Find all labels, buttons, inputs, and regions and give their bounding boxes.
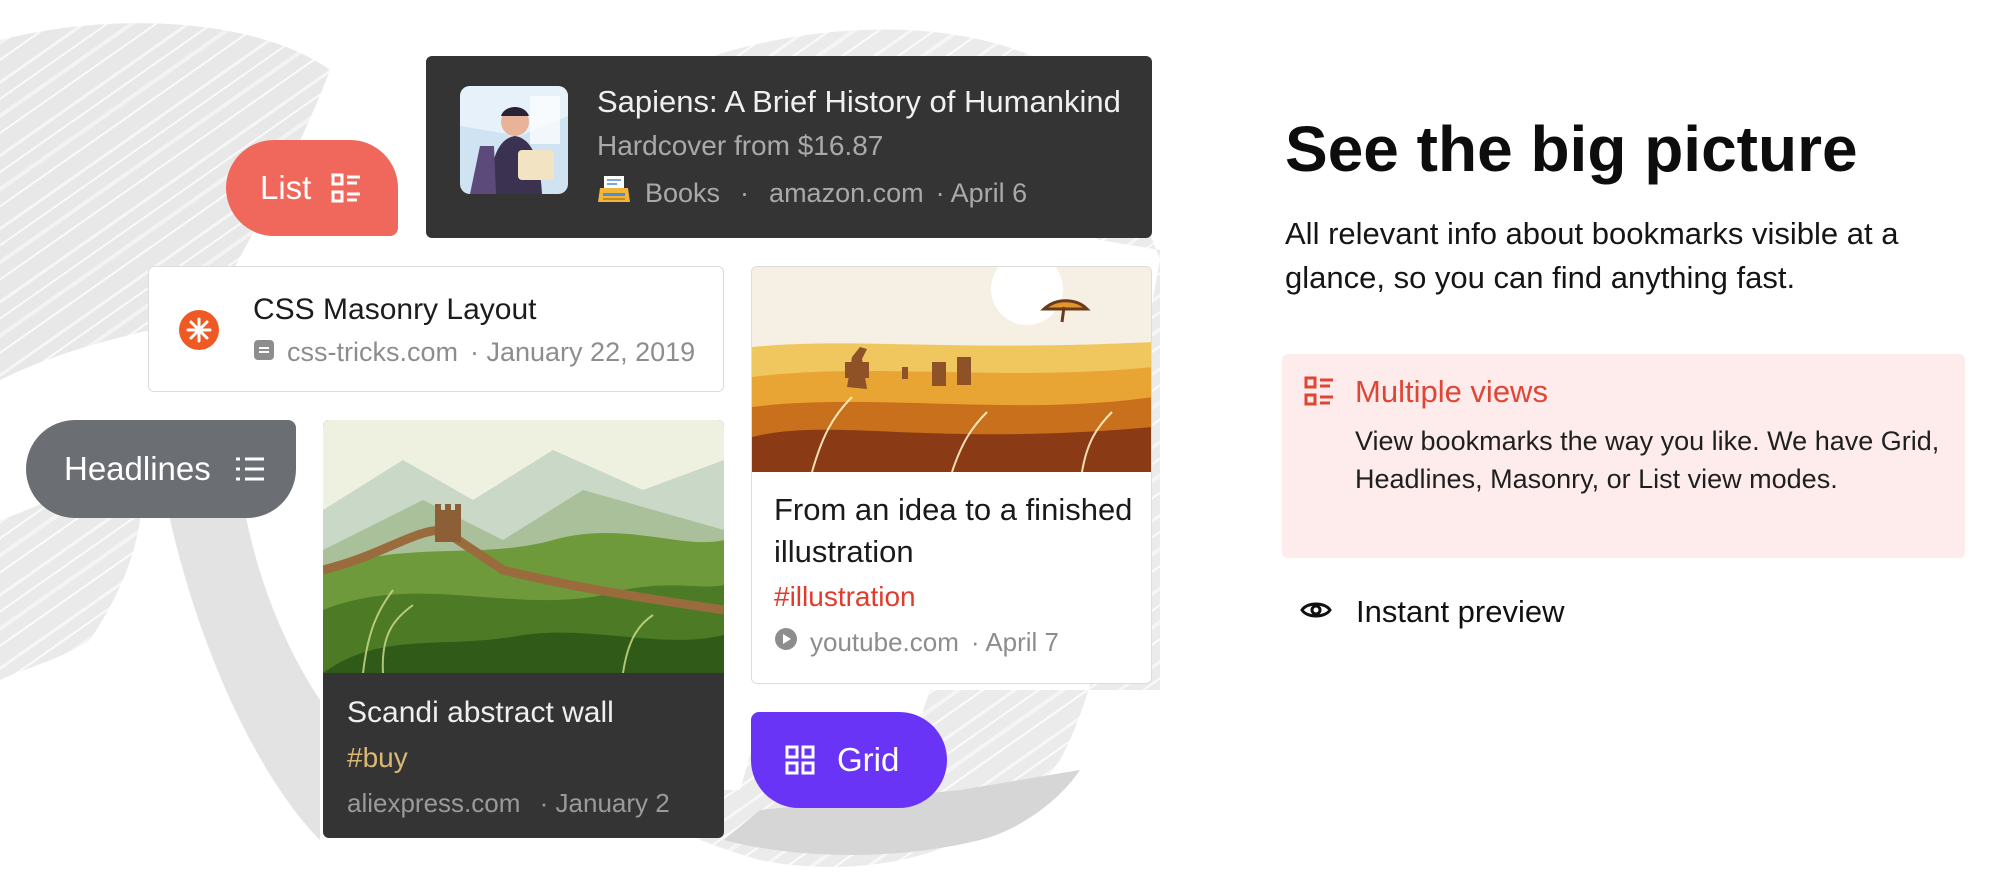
feature-title: Multiple views: [1355, 374, 1548, 409]
card-title[interactable]: From an idea to a finished illustration: [774, 489, 1134, 573]
page-icon: [253, 337, 275, 368]
card-date: · January 22, 2019: [470, 337, 696, 367]
card-meta: youtube.com · April 7: [774, 627, 1059, 658]
headlines-view-button[interactable]: Headlines: [26, 420, 296, 518]
page-lead: All relevant info about bookmarks visibl…: [1285, 216, 1899, 295]
meta-separator: ·: [740, 178, 750, 208]
bookmark-card-css-masonry[interactable]: CSS Masonry Layout css-tricks.com · Janu…: [148, 266, 724, 392]
card-domain[interactable]: amazon.com: [769, 178, 924, 209]
css-tricks-icon: [179, 310, 219, 350]
card-category: Books: [645, 178, 721, 208]
card-meta: css-tricks.com · January 22, 2019: [253, 337, 695, 368]
bookmark-card-sapiens[interactable]: Sapiens: A Brief History of Humankind Ha…: [426, 56, 1152, 238]
card-date: · January 2: [539, 788, 670, 818]
savanna-illustration: [752, 267, 1151, 473]
bookmark-card-scandi[interactable]: Scandi abstract wall #buy aliexpress.com…: [323, 420, 724, 838]
list-view-icon: [331, 173, 361, 203]
list-view-icon: [1304, 376, 1334, 411]
card-domain[interactable]: aliexpress.com: [347, 788, 520, 818]
headlines-icon: [235, 455, 265, 483]
card-date: · April 7: [970, 627, 1060, 657]
feature-multiple-views[interactable]: Multiple views View bookmarks the way yo…: [1282, 354, 1965, 558]
card-domain[interactable]: youtube.com: [810, 627, 959, 658]
grid-view-label: Grid: [837, 741, 900, 778]
card-tag[interactable]: #illustration: [774, 581, 916, 613]
typewriter-icon: [597, 174, 631, 213]
card-meta: aliexpress.com · January 2: [347, 788, 670, 819]
card-subtitle: Hardcover from $16.87: [597, 130, 884, 161]
great-wall-illustration: [323, 420, 724, 674]
eye-icon: [1300, 598, 1332, 627]
card-tag[interactable]: #buy: [347, 742, 408, 774]
bookmark-card-illustration[interactable]: From an idea to a finished illustration …: [751, 266, 1152, 684]
headlines-view-label: Headlines: [64, 450, 211, 487]
page-heading: See the big picture: [1285, 113, 1858, 185]
list-view-button[interactable]: List: [226, 140, 398, 236]
card-date: · April 6: [935, 178, 1028, 208]
feature-instant-preview[interactable]: Instant preview: [1300, 594, 1565, 630]
card-meta: Books · amazon.com · April 6: [597, 174, 1027, 213]
youtube-icon: [774, 627, 798, 658]
list-view-label: List: [260, 169, 312, 206]
card-title[interactable]: Sapiens: A Brief History of Humankind: [597, 84, 1121, 120]
book-cover-thumbnail: [460, 86, 568, 194]
grid-view-button[interactable]: Grid: [751, 712, 947, 808]
card-domain[interactable]: css-tricks.com: [287, 337, 458, 368]
feature-title: Instant preview: [1356, 594, 1565, 629]
card-title[interactable]: Scandi abstract wall: [347, 696, 614, 730]
card-title[interactable]: CSS Masonry Layout: [253, 293, 536, 327]
grid-view-icon: [785, 745, 815, 775]
feature-description: View bookmarks the way you like. We have…: [1355, 426, 1940, 494]
